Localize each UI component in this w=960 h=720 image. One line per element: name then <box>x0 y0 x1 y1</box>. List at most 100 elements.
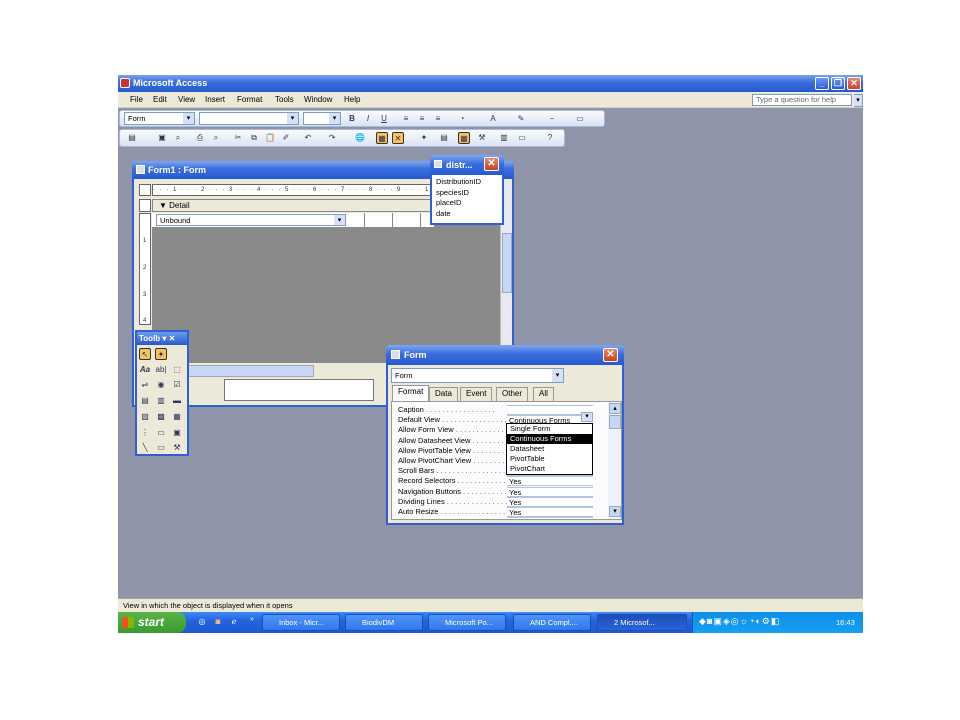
access-app-icon[interactable] <box>120 78 130 88</box>
font-color-icon[interactable]: A <box>487 113 499 125</box>
taskbar-item-biodivdm[interactable]: BiodivDM <box>345 614 423 631</box>
property-row[interactable]: Navigation Buttons . . . . . . . . . . .… <box>398 486 593 497</box>
menu-insert[interactable]: Insert <box>205 95 225 104</box>
tab-format[interactable]: Format <box>392 385 430 401</box>
property-value[interactable]: Yes <box>507 496 593 507</box>
toolbox-titlebar[interactable]: Toolb ▾ ✕ <box>137 332 187 345</box>
bold-icon[interactable]: B <box>346 113 358 125</box>
chevron-right-icon[interactable]: » <box>246 614 258 626</box>
horizontal-scrollbar[interactable] <box>188 365 314 377</box>
property-row[interactable]: Caption . . . . . . . . . . . . . . . . … <box>398 405 593 415</box>
field-list-icon[interactable]: ▦ <box>376 132 388 144</box>
tab-all[interactable]: All <box>533 387 554 401</box>
taskbar-item-powerpoint[interactable]: Microsoft Po... <box>428 614 506 631</box>
outlook-icon[interactable]: ◙ <box>212 616 224 628</box>
list-item[interactable]: placeID <box>436 198 481 209</box>
field-list-titlebar[interactable]: distr... ✕ <box>430 155 504 175</box>
menu-view[interactable]: View <box>178 95 195 104</box>
option-button-icon[interactable]: ◉ <box>155 379 167 391</box>
title-bar[interactable]: Microsoft Access _ ❐ ✕ <box>118 75 863 92</box>
undo-icon[interactable]: ↶ <box>302 132 314 144</box>
browser-icon[interactable]: ◎ <box>196 616 208 628</box>
underline-icon[interactable]: U <box>378 113 390 125</box>
property-sheet-titlebar[interactable]: Form ✕ <box>386 345 624 365</box>
restore-button[interactable]: ❐ <box>831 77 845 90</box>
font-name-combo[interactable]: ▾ <box>199 112 299 125</box>
menu-tools[interactable]: Tools <box>275 95 294 104</box>
menu-format[interactable]: Format <box>237 95 262 104</box>
property-scrollbar[interactable]: ▴ ▾ <box>608 402 621 519</box>
horizontal-ruler[interactable]: · · · 1 · · · 2 · · · 3 · · · 4 · · · 5 … <box>152 184 434 196</box>
special-effect-icon[interactable]: ▭ <box>574 113 586 125</box>
page-break-icon[interactable]: ⋮ <box>139 427 151 439</box>
hyperlink-icon[interactable]: 🌐 <box>354 132 366 144</box>
print-preview-icon[interactable]: ⌕ <box>210 132 222 144</box>
field-list-close-button[interactable]: ✕ <box>484 157 499 171</box>
properties-icon[interactable]: ▦ <box>458 132 470 144</box>
textbox-icon[interactable]: ab| <box>155 364 167 376</box>
property-value[interactable]: No <box>507 517 593 519</box>
control-wizards-icon[interactable]: ✦ <box>155 348 167 360</box>
fill-color-icon[interactable]: ◔ <box>456 113 468 125</box>
property-row[interactable]: Record Selectors . . . . . . . . . . . .… <box>398 476 593 487</box>
build-icon[interactable]: ⚒ <box>476 132 488 144</box>
property-value[interactable]: Yes <box>507 507 593 517</box>
taskbar-item-inbox[interactable]: Inbox - Micr... <box>262 614 340 631</box>
form-selector[interactable] <box>139 184 151 196</box>
cut-icon[interactable]: ✂ <box>232 132 244 144</box>
align-left-icon[interactable]: ≡ <box>400 113 412 125</box>
align-center-icon[interactable]: ≡ <box>416 113 428 125</box>
bound-object-frame-icon[interactable]: ▦ <box>171 411 183 423</box>
search-icon[interactable]: ⌕ <box>172 132 184 144</box>
tab-other[interactable]: Other <box>496 387 529 401</box>
combo-box-icon[interactable]: ▤ <box>139 395 151 407</box>
checkbox-icon[interactable]: ☑ <box>171 379 183 391</box>
more-controls-icon[interactable]: ⚒ <box>171 442 183 454</box>
save-icon[interactable]: ▣ <box>156 132 168 144</box>
dropdown-option[interactable]: Datasheet <box>507 444 592 454</box>
line-icon[interactable]: ╲ <box>139 442 151 454</box>
menu-window[interactable]: Window <box>304 95 332 104</box>
property-sheet-close-button[interactable]: ✕ <box>603 348 618 362</box>
property-value[interactable]: Yes <box>507 486 593 497</box>
taskbar-item-microsoft-access[interactable]: 2 Microsof... <box>597 614 687 631</box>
dropdown-option[interactable]: PivotTable <box>507 454 592 464</box>
detail-area[interactable]: Unbound ▾ <box>152 213 502 363</box>
property-value[interactable]: Yes <box>507 476 593 487</box>
format-painter-icon[interactable]: ✐ <box>280 132 292 144</box>
autoformat-icon[interactable]: ✦ <box>418 132 430 144</box>
label-icon[interactable]: Aa <box>139 364 151 376</box>
italic-icon[interactable]: I <box>362 113 374 125</box>
form-footer-box[interactable] <box>224 379 374 401</box>
vertical-ruler[interactable]: 1 2 3 4 <box>139 213 151 325</box>
start-button[interactable]: start <box>118 612 186 633</box>
tab-data[interactable]: Data <box>429 387 458 401</box>
menu-file[interactable]: File <box>130 95 143 104</box>
help-icon[interactable]: ? <box>544 132 556 144</box>
toolbox-icon[interactable]: ✕ <box>392 132 404 144</box>
scroll-up-arrow[interactable]: ▴ <box>609 403 621 414</box>
tab-control-icon[interactable]: ▭ <box>155 427 167 439</box>
code-icon[interactable]: ▤ <box>438 132 450 144</box>
chevron-down-icon[interactable]: ▾ <box>581 412 593 422</box>
section-selector[interactable] <box>139 199 151 212</box>
database-window-icon[interactable]: ▥ <box>498 132 510 144</box>
tray-icons[interactable]: ◆◙▣◈◎☼◔◐⚙◧ <box>699 616 780 627</box>
list-item[interactable]: DistributionID <box>436 177 481 188</box>
font-size-combo[interactable]: ▾ <box>303 112 341 125</box>
property-row[interactable]: Dividing Lines . . . . . . . . . . . . .… <box>398 496 593 507</box>
command-button-icon[interactable]: ▬ <box>171 395 183 407</box>
line-color-icon[interactable]: ✎ <box>515 113 527 125</box>
print-icon[interactable]: ⎙ <box>194 132 206 144</box>
subform-icon[interactable]: ▣ <box>171 427 183 439</box>
rectangle-icon[interactable]: ▭ <box>155 442 167 454</box>
scrollbar-thumb[interactable] <box>502 233 512 293</box>
help-search-input[interactable]: Type a question for help <box>752 94 852 106</box>
unbound-combo-box[interactable]: Unbound ▾ <box>156 214 346 226</box>
taskbar-item-and-compl[interactable]: AND Compl.... <box>513 614 591 631</box>
select-objects-icon[interactable]: ↖ <box>139 348 151 360</box>
align-right-icon[interactable]: ≡ <box>432 113 444 125</box>
scrollbar-thumb[interactable] <box>609 415 621 429</box>
line-width-icon[interactable]: ⎯ <box>546 113 558 125</box>
property-row[interactable]: Auto Resize . . . . . . . . . . . . . . … <box>398 507 593 517</box>
